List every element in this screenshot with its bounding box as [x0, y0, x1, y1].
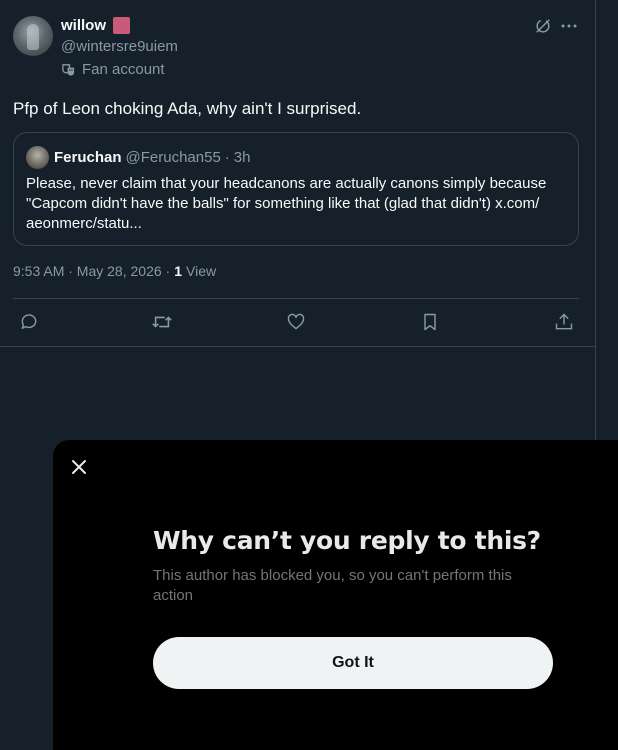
like-icon[interactable] — [284, 310, 308, 334]
quoted-separator: · — [224, 149, 230, 166]
grok-icon[interactable] — [534, 17, 552, 35]
post-actions — [13, 310, 579, 334]
share-icon[interactable] — [552, 310, 576, 334]
close-icon[interactable] — [69, 457, 89, 477]
post-timestamp[interactable]: 9:53 AM · May 28, 2026 · — [13, 263, 170, 279]
sheet-description: This author has blocked you, so you can'… — [153, 567, 512, 604]
blocked-reply-sheet: Why can’t you reply to this? This author… — [53, 440, 618, 750]
sheet-title: Why can’t you reply to this? — [153, 526, 541, 555]
divider — [13, 298, 579, 299]
repost-icon[interactable] — [150, 310, 174, 334]
quoted-post-text: Please, never claim that your headcanons… — [26, 175, 547, 232]
reply-icon[interactable] — [17, 310, 41, 334]
quoted-post-header: Feruchan @Feruchan55 · 3h — [54, 149, 250, 166]
post[interactable]: willow @wintersre9uiem Fan account Pfp o… — [0, 0, 596, 347]
fan-account-text: Fan account — [82, 61, 165, 78]
quoted-author-handle[interactable]: @Feruchan55 — [126, 149, 221, 166]
post-text: Pfp of Leon choking Ada, why ain't I sur… — [13, 99, 362, 118]
theater-masks-icon — [61, 62, 76, 77]
quoted-author-avatar[interactable] — [26, 146, 49, 169]
views-count: 1 — [174, 263, 182, 279]
quoted-author-name[interactable]: Feruchan — [54, 149, 122, 166]
bookmark-icon[interactable] — [418, 310, 442, 334]
post-meta: 9:53 AM · May 28, 2026 · 1 View — [13, 263, 216, 279]
author-name[interactable]: willow — [61, 17, 106, 34]
name-emoji-badge — [113, 17, 130, 34]
author-handle[interactable]: @wintersre9uiem — [61, 38, 178, 55]
got-it-button[interactable]: Got It — [153, 637, 553, 689]
quoted-time[interactable]: 3h — [234, 149, 251, 166]
author-avatar[interactable] — [13, 16, 53, 56]
more-icon[interactable] — [560, 17, 578, 35]
quoted-post[interactable]: Feruchan @Feruchan55 · 3h Please, never … — [13, 132, 579, 246]
fan-account-label: Fan account — [61, 61, 165, 78]
views-label: View — [186, 263, 217, 279]
